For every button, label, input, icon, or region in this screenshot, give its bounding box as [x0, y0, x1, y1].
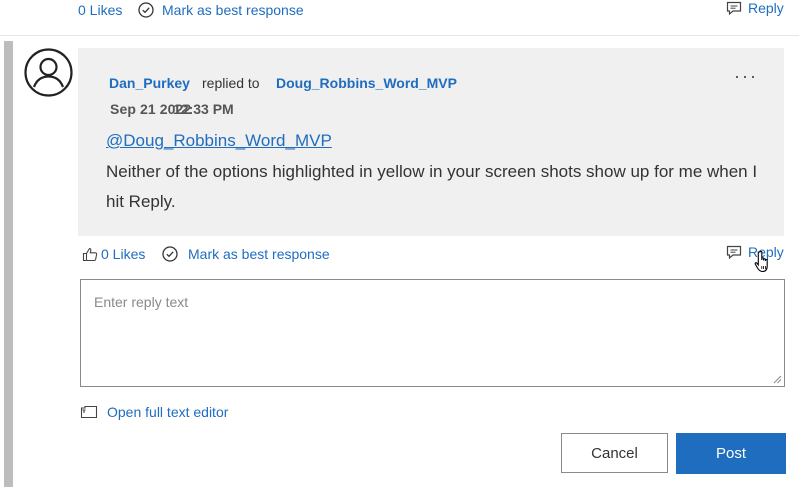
like-button[interactable]: 0 Likes [82, 246, 145, 262]
likes-count: 0 Likes [101, 246, 146, 262]
hand-cursor-icon [754, 250, 774, 274]
author-link[interactable]: Dan_Purkey [109, 75, 190, 91]
replied-to-text: replied to [202, 75, 260, 91]
more-options-icon[interactable]: ··· [734, 66, 758, 87]
reply-placeholder: Enter reply text [94, 294, 189, 310]
mark-best-response-label: Mark as best response [162, 2, 304, 18]
editor-icon [80, 405, 98, 420]
thread-rail [4, 41, 13, 487]
thumbs-up-icon [82, 247, 98, 262]
open-full-text-editor-label: Open full text editor [107, 404, 229, 420]
avatar-icon [24, 48, 73, 97]
mark-best-response-label: Mark as best response [188, 246, 330, 262]
open-full-text-editor-link[interactable]: Open full text editor [80, 404, 228, 420]
reply-actions: 0 Likes Mark as best response Reply [80, 244, 788, 266]
reply-card: Dan_Purkey replied to Doug_Robbins_Word_… [78, 48, 784, 236]
target-user-link[interactable]: Doug_Robbins_Word_MVP [276, 75, 457, 91]
mark-best-response-button[interactable]: Mark as best response [162, 246, 330, 262]
previous-post-actions: 0 Likes Mark as best response Reply [0, 0, 799, 36]
likes-link[interactable]: 0 Likes [78, 2, 122, 18]
post-time: 12:33 PM [173, 101, 234, 117]
mark-best-response-button[interactable]: Mark as best response [138, 2, 304, 18]
mention-link[interactable]: @Doug_Robbins_Word_MVP [106, 131, 332, 151]
reply-button[interactable]: Reply [726, 0, 784, 16]
post-button[interactable]: Post [676, 433, 786, 474]
reply-body: Neither of the options highlighted in ye… [106, 162, 758, 211]
avatar[interactable] [24, 48, 73, 97]
reply-label: Reply [748, 0, 784, 16]
cancel-button[interactable]: Cancel [561, 433, 668, 473]
divider [0, 35, 799, 36]
comment-icon [726, 1, 742, 16]
checkmark-circle-icon [162, 246, 178, 262]
reply-text-input[interactable]: Enter reply text [80, 279, 785, 387]
resize-grip-icon[interactable] [772, 374, 782, 384]
checkmark-circle-icon [138, 2, 154, 18]
comment-icon [726, 245, 742, 260]
